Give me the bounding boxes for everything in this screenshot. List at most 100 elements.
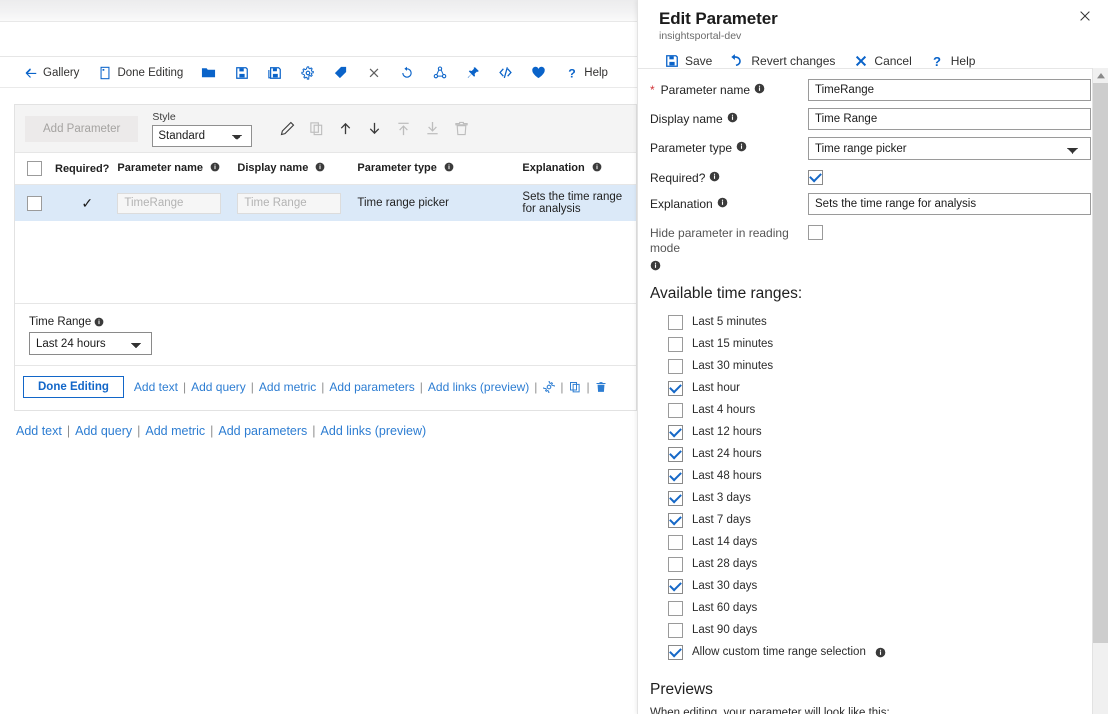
time-range-checkbox[interactable] [668,359,683,374]
command-close[interactable] [357,58,390,88]
row-checkbox[interactable] [27,196,42,211]
info-icon[interactable] [592,162,602,175]
link-add-parameters[interactable]: Add parameters [329,380,414,394]
info-icon[interactable] [315,162,325,175]
display-name-input[interactable] [808,108,1091,130]
time-range-checkbox[interactable] [668,447,683,462]
time-range-checkbox[interactable] [668,557,683,572]
list-item[interactable]: Last 3 days [668,487,1093,509]
panel-scrollbar[interactable] [1092,68,1108,714]
copy-icon[interactable] [569,381,582,394]
info-icon[interactable] [875,647,886,658]
link-add-metric[interactable]: Add metric [259,380,316,394]
list-item-allow-custom[interactable]: Allow custom time range selection [668,641,1093,663]
command-tags[interactable] [324,58,357,88]
command-save-as[interactable] [258,58,291,88]
list-item[interactable]: Last 48 hours [668,465,1093,487]
info-icon[interactable] [727,112,738,123]
time-range-checkbox[interactable] [668,403,683,418]
link-add-links-preview[interactable]: Add links (preview) [428,380,529,394]
hide-parameter-checkbox[interactable] [808,225,823,240]
list-item[interactable]: Last 7 days [668,509,1093,531]
command-save[interactable] [225,58,258,88]
list-item[interactable]: Last 14 days [668,531,1093,553]
link-add-query[interactable]: Add query [191,380,246,394]
list-item[interactable]: Last 30 minutes [668,355,1093,377]
outer-link-add-parameters[interactable]: Add parameters [218,424,307,438]
move-to-top-icon-button[interactable] [390,116,416,142]
time-range-label: Last 7 days [692,514,751,526]
time-range-preview-select[interactable]: Last 24 hours [29,332,152,355]
outer-link-add-text[interactable]: Add text [16,424,62,438]
trash-icon[interactable] [595,381,608,394]
row-display-name-cell[interactable]: Time Range [233,185,353,222]
row-display-name-input[interactable]: Time Range [237,193,341,214]
required-checkbox[interactable] [808,170,823,185]
time-range-checkbox[interactable] [668,513,683,528]
link-add-text[interactable]: Add text [134,380,178,394]
outer-link-add-links-preview[interactable]: Add links (preview) [321,424,427,438]
time-range-checkbox[interactable] [668,381,683,396]
list-item[interactable]: Last 60 days [668,597,1093,619]
command-open[interactable] [192,58,225,88]
parameter-name-input[interactable] [808,79,1091,101]
explanation-input[interactable] [808,193,1091,215]
outer-link-add-query[interactable]: Add query [75,424,132,438]
list-item[interactable]: Last 30 days [668,575,1093,597]
command-refresh[interactable] [390,58,423,88]
time-range-checkbox[interactable] [668,491,683,506]
info-icon[interactable] [717,197,728,208]
info-icon[interactable] [736,141,747,152]
move-up-icon-button[interactable] [332,116,358,142]
info-icon[interactable] [650,260,661,271]
time-range-checkbox[interactable] [668,315,683,330]
row-parameter-name-input[interactable]: TimeRange [117,193,221,214]
info-icon[interactable] [94,317,104,327]
parameter-type-select[interactable]: Time range picker [808,137,1091,160]
list-item[interactable]: Last hour [668,377,1093,399]
move-to-bottom-icon-button[interactable] [419,116,445,142]
info-icon[interactable] [709,171,720,182]
table-row[interactable]: ✓ TimeRange Time Range Time range picker… [15,185,636,222]
time-range-checkbox[interactable] [668,601,683,616]
list-item[interactable]: Last 5 minutes [668,311,1093,333]
list-item[interactable]: Last 12 hours [668,421,1093,443]
gear-icon[interactable] [542,381,555,394]
command-pin[interactable] [456,58,489,88]
command-favorite[interactable] [522,58,555,88]
time-range-checkbox[interactable] [668,579,683,594]
command-gallery[interactable]: Gallery [14,58,88,88]
info-icon[interactable] [754,83,765,94]
info-icon[interactable] [444,162,454,175]
list-item[interactable]: Last 15 minutes [668,333,1093,355]
time-range-checkbox[interactable] [668,337,683,352]
command-settings[interactable] [291,58,324,88]
command-code[interactable] [489,58,522,88]
outer-link-add-metric[interactable]: Add metric [145,424,205,438]
scrollbar-thumb[interactable] [1093,83,1108,643]
allow-custom-range-checkbox[interactable] [668,645,683,660]
list-item[interactable]: Last 28 days [668,553,1093,575]
delete-parameter-icon-button[interactable] [448,116,474,142]
list-item[interactable]: Last 90 days [668,619,1093,641]
edit-parameter-icon-button[interactable] [274,116,300,142]
list-item[interactable]: Last 24 hours [668,443,1093,465]
clone-parameter-icon-button[interactable] [303,116,329,142]
time-range-checkbox[interactable] [668,535,683,550]
scroll-up-arrow-icon[interactable] [1093,68,1108,83]
row-parameter-name-cell[interactable]: TimeRange [113,185,233,222]
time-range-checkbox[interactable] [668,425,683,440]
list-item[interactable]: Last 4 hours [668,399,1093,421]
command-help[interactable]: ? Help [555,58,617,88]
style-select[interactable]: Standard [152,125,252,147]
command-share[interactable] [423,58,456,88]
select-all-checkbox[interactable] [27,161,42,176]
time-range-checkbox[interactable] [668,623,683,638]
command-done-editing[interactable]: Done Editing [88,58,192,88]
close-icon[interactable] [1074,5,1096,27]
done-editing-button[interactable]: Done Editing [23,376,124,398]
info-icon[interactable] [210,162,220,175]
time-range-checkbox[interactable] [668,469,683,484]
move-down-icon-button[interactable] [361,116,387,142]
add-parameter-button[interactable]: Add Parameter [25,116,138,142]
